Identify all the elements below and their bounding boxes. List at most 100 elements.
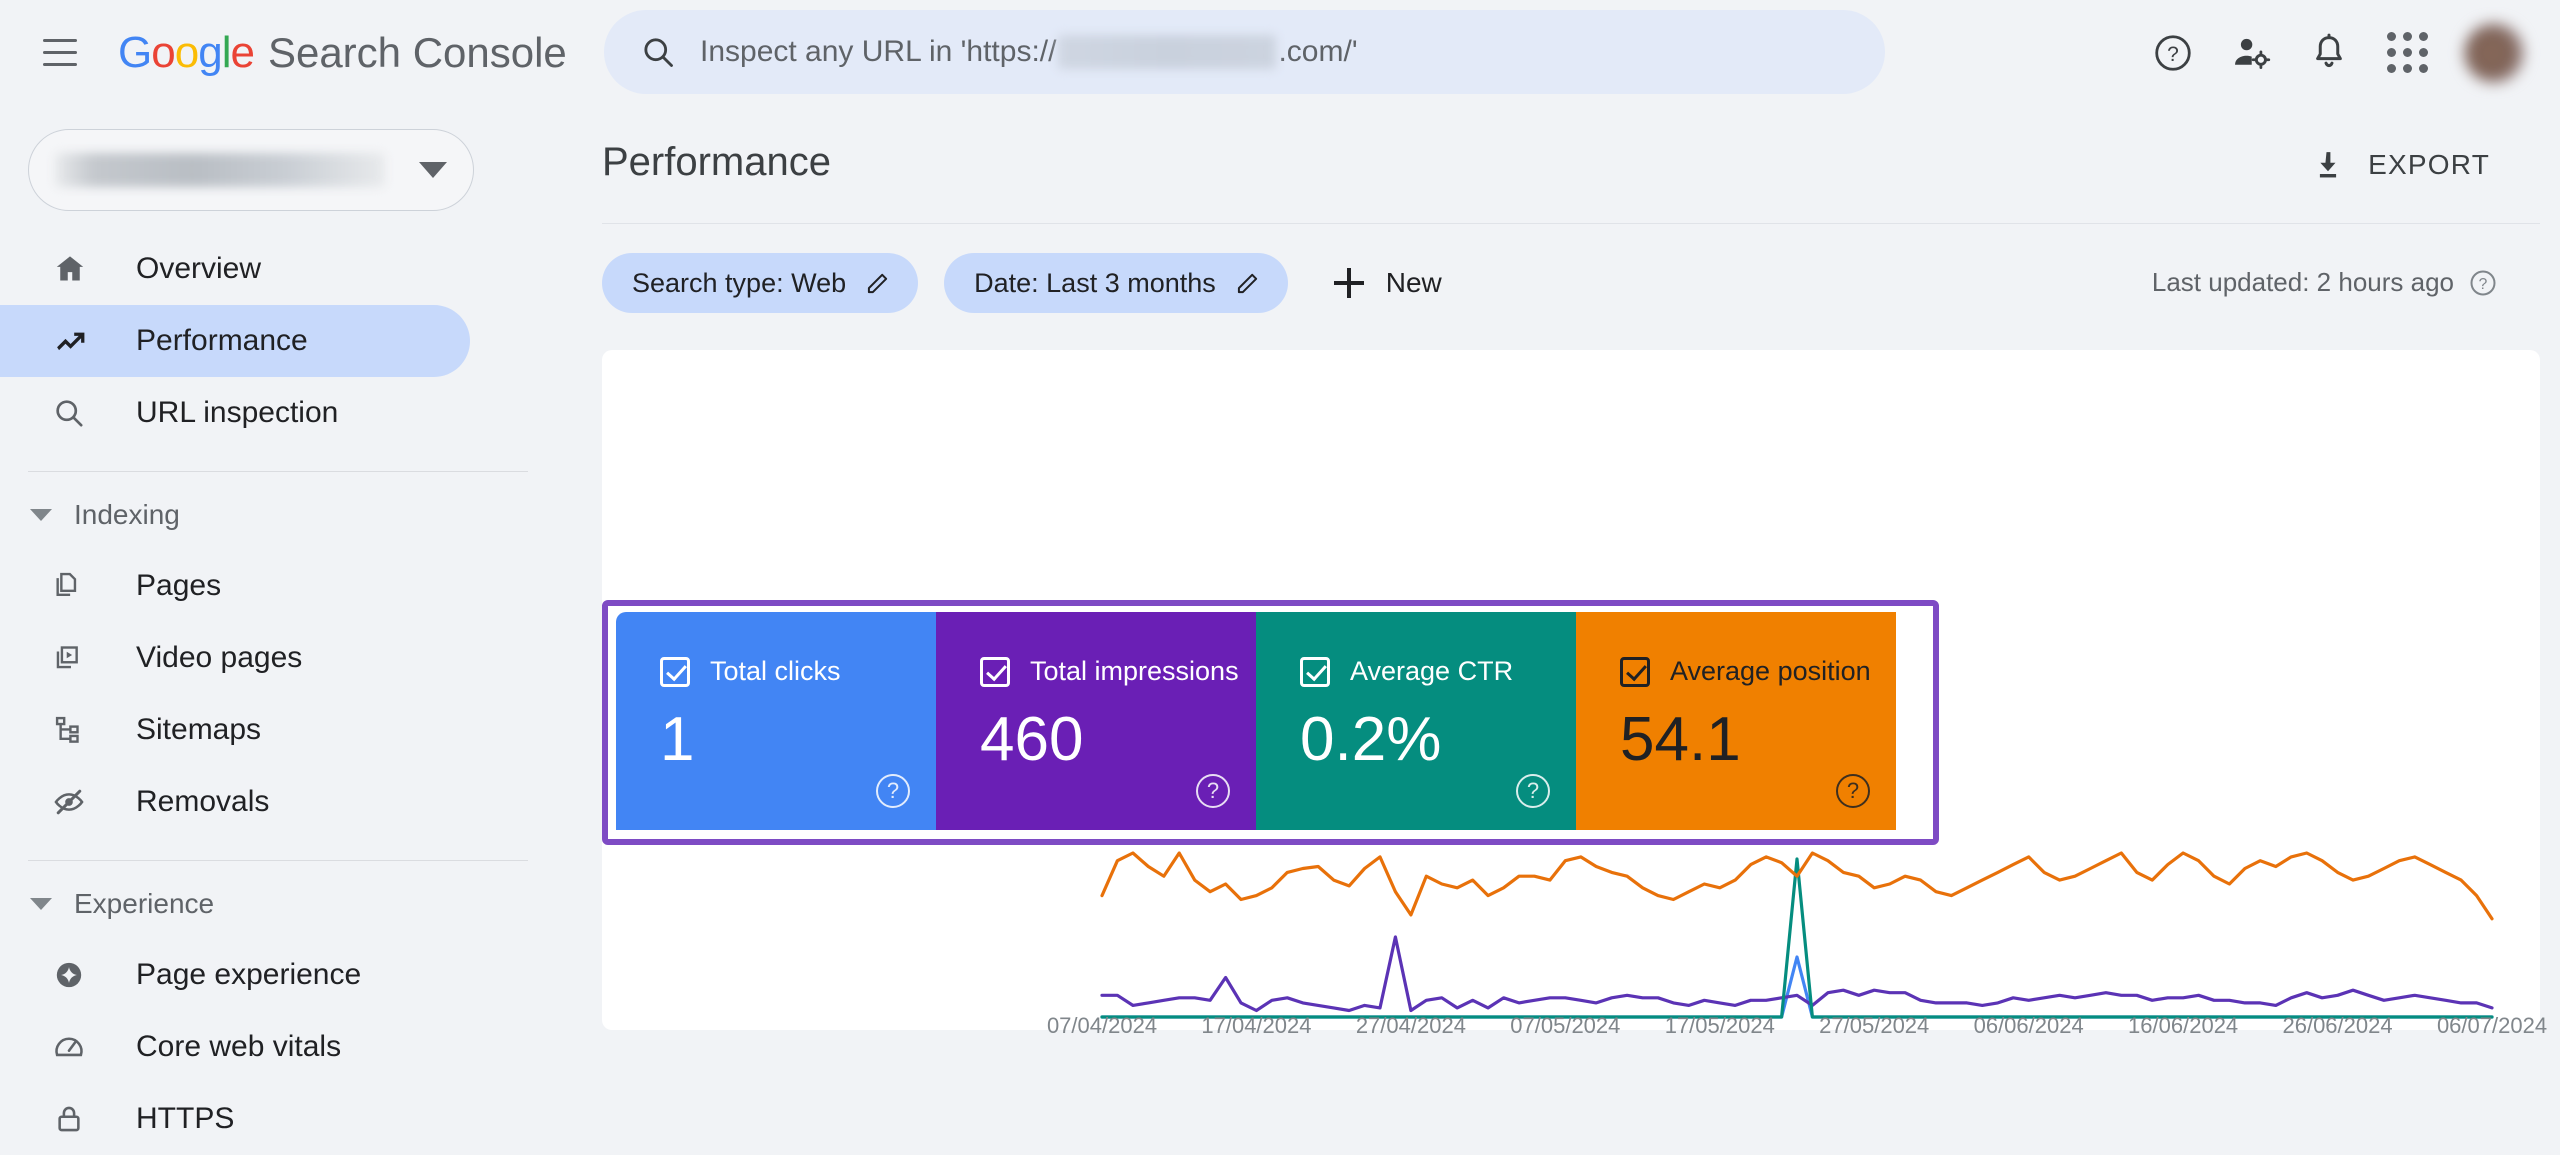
trending-up-icon: [52, 323, 98, 359]
google-logo: Google: [118, 27, 255, 77]
speedometer-icon: [52, 1030, 98, 1064]
checkbox-checked-icon[interactable]: [1620, 656, 1650, 687]
svg-text:?: ?: [2167, 43, 2179, 66]
plus-icon: [1333, 268, 1364, 298]
sidebar-group-indexing[interactable]: Indexing: [0, 480, 580, 550]
sidebar-item-sitemaps[interactable]: Sitemaps: [0, 694, 470, 766]
add-filter-button[interactable]: New: [1314, 253, 1462, 313]
chart-x-tick-label: 07/05/2024: [1510, 1013, 1621, 1038]
last-updated: Last updated: 2 hours ago ?: [2152, 267, 2498, 298]
metric-tile-average-position[interactable]: Average position 54.1 ?: [1576, 612, 1896, 830]
sidebar-group-experience[interactable]: Experience: [0, 869, 580, 939]
primary-nav: Overview Performance URL inspection Inde…: [0, 233, 580, 1155]
search-icon: [52, 396, 98, 430]
metric-tile-label: Average position: [1670, 656, 1871, 686]
help-icon[interactable]: ?: [2134, 14, 2212, 92]
avatar[interactable]: [2464, 22, 2524, 83]
performance-chart[interactable]: [602, 845, 2540, 1030]
chart-line-average-ctr: [1102, 859, 2492, 1017]
sidebar-item-core-web-vitals[interactable]: Core web vitals: [0, 1011, 470, 1083]
sidebar-item-page-experience[interactable]: Page experience: [0, 939, 470, 1011]
filter-chip-label: Search type: Web: [632, 267, 847, 298]
home-icon: [52, 251, 98, 287]
chart-x-tick-label: 26/06/2024: [2282, 1013, 2393, 1038]
pencil-icon: [868, 273, 888, 294]
top-app-bar: Google Search Console Inspect any URL in…: [0, 0, 2560, 105]
metric-tile-header: Average position: [1620, 656, 1896, 687]
sidebar-item-label: Removals: [136, 785, 270, 818]
sitemap-tree-icon: [52, 713, 98, 747]
eye-off-icon: [52, 785, 98, 819]
search-placeholder-suffix: .com/': [1278, 35, 1358, 68]
metric-tile-value: 54.1: [1620, 705, 1741, 774]
last-updated-text: Last updated: 2 hours ago: [2151, 267, 2454, 297]
sidebar-item-video-pages[interactable]: Video pages: [0, 622, 470, 694]
sidebar-divider: [28, 471, 528, 472]
notifications-bell-icon[interactable]: [2290, 14, 2368, 92]
help-icon[interactable]: ?: [1516, 774, 1550, 808]
metric-tile-value: 0.2%: [1300, 705, 1442, 774]
metric-tile-label: Average CTR: [1350, 656, 1514, 686]
filter-chip-search-type[interactable]: Search type: Web: [602, 253, 919, 313]
chart-line-total-impressions: [1102, 937, 2492, 1011]
metric-tile-total-impressions[interactable]: Total impressions 460 ?: [936, 612, 1256, 830]
add-filter-label: New: [1385, 267, 1442, 298]
performance-card: Total clicks 1 ? Total impressions 460 ?…: [602, 350, 2547, 1038]
main-content: Performance EXPORT Search type: Web Date…: [580, 105, 2560, 1099]
search-placeholder-prefix: Inspect any URL in 'https://: [700, 35, 1057, 68]
chevron-down-icon: [419, 162, 447, 178]
performance-chart-svg: [602, 845, 2540, 1030]
chart-x-tick-label: 16/06/2024: [2128, 1013, 2239, 1038]
chart-x-tick-label: 17/04/2024: [1201, 1013, 1312, 1038]
sidebar-item-label: URL inspection: [136, 396, 339, 429]
page-title: Performance: [602, 140, 831, 184]
sidebar-item-https[interactable]: HTTPS: [0, 1083, 470, 1155]
checkbox-checked-icon[interactable]: [1300, 656, 1330, 687]
help-icon[interactable]: ?: [1196, 774, 1230, 808]
url-inspection-search-input[interactable]: Inspect any URL in 'https:// .com/': [604, 10, 1885, 94]
sidebar-item-removals[interactable]: Removals: [0, 766, 470, 838]
chart-x-tick-label: 27/05/2024: [1819, 1013, 1930, 1038]
filter-bar: Search type: Web Date: Last 3 months New: [602, 253, 1462, 313]
checkbox-checked-icon[interactable]: [660, 656, 690, 687]
help-icon[interactable]: ?: [2468, 268, 2498, 298]
chart-x-tick-label: 17/05/2024: [1664, 1013, 1775, 1038]
help-icon[interactable]: ?: [1836, 774, 1870, 808]
property-name-redacted: [55, 153, 385, 187]
chart-x-axis: 07/04/2024 17/04/2024 27/04/2024 07/05/2024…: [602, 1013, 2547, 1053]
google-apps-grid-icon[interactable]: [2368, 14, 2446, 92]
top-bar-actions: ?: [2134, 0, 2524, 105]
sidebar-item-label: Page experience: [136, 958, 362, 991]
sidebar-item-label: Performance: [136, 324, 308, 357]
sidebar-group-label: Indexing: [74, 499, 180, 530]
filter-chip-label: Date: Last 3 months: [974, 267, 1216, 298]
sidebar-item-pages[interactable]: Pages: [0, 550, 470, 622]
metric-tile-average-ctr[interactable]: Average CTR 0.2% ?: [1256, 612, 1576, 830]
metric-tile-label: Total impressions: [1030, 656, 1239, 686]
title-divider: [602, 223, 2540, 224]
sidebar-group-label: Experience: [74, 888, 215, 919]
hamburger-menu-icon[interactable]: [32, 25, 88, 81]
sidebar-item-url-inspection[interactable]: URL inspection: [0, 377, 470, 449]
metric-tile-label: Total clicks: [710, 656, 841, 686]
chart-x-tick-label: 06/06/2024: [1973, 1013, 2084, 1038]
download-icon: [2320, 152, 2337, 178]
filter-chip-date[interactable]: Date: Last 3 months: [944, 253, 1288, 313]
property-selector[interactable]: [28, 129, 474, 211]
sidebar-item-overview[interactable]: Overview: [0, 233, 470, 305]
page-experience-star-icon: [52, 958, 98, 992]
help-icon[interactable]: ?: [876, 774, 910, 808]
user-settings-icon[interactable]: [2212, 14, 2290, 92]
sidebar-item-performance[interactable]: Performance: [0, 305, 470, 377]
sidebar-item-label: Pages: [136, 569, 222, 602]
export-button[interactable]: EXPORT: [2310, 147, 2490, 183]
video-pages-icon: [52, 641, 98, 675]
checkbox-checked-icon[interactable]: [980, 656, 1010, 687]
pages-copy-icon: [52, 569, 98, 603]
chart-line-total-clicks: [1102, 957, 2492, 1017]
redacted-domain: [1058, 35, 1277, 69]
chevron-down-icon: [30, 509, 52, 521]
svg-text:?: ?: [2479, 275, 2488, 292]
metric-tile-total-clicks[interactable]: Total clicks 1 ?: [616, 612, 936, 830]
app-brand: Google Search Console: [118, 28, 567, 78]
